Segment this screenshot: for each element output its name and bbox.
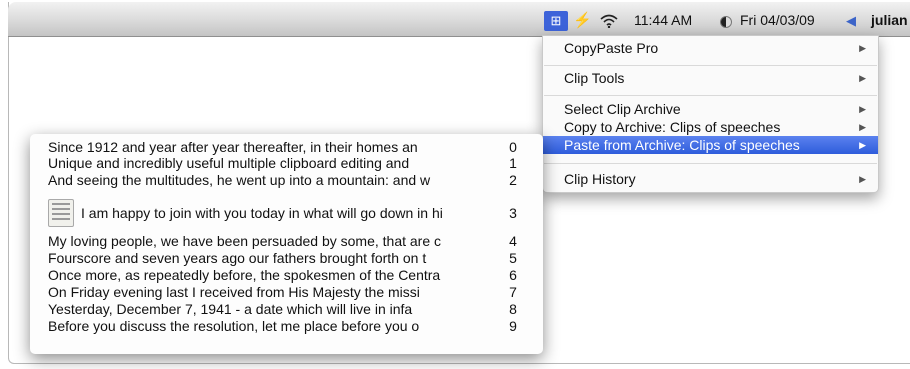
- menu-item-paste-from-archive[interactable]: Paste from Archive: Clips of speeches ▶: [543, 136, 878, 154]
- copypaste-dropdown-menu: CopyPaste Pro ▶ Clip Tools ▶ Select Clip…: [542, 35, 879, 193]
- clip-item[interactable]: And seeing the multitudes, he went up in…: [48, 172, 528, 188]
- menubar-date[interactable]: Fri 04/03/09: [740, 12, 815, 28]
- submenu-arrow-icon: ▶: [859, 122, 866, 132]
- menu-separator: [544, 65, 877, 66]
- clip-text: On Friday evening last I received from H…: [48, 284, 420, 300]
- clip-item[interactable]: Before you discuss the resolution, let m…: [48, 318, 528, 334]
- clip-text: Since 1912 and year after year thereafte…: [48, 139, 418, 155]
- menu-item-copypaste-pro[interactable]: CopyPaste Pro ▶: [543, 39, 878, 57]
- menu-item-label: CopyPaste Pro: [564, 40, 659, 56]
- clip-index: 9: [509, 318, 517, 334]
- screen: ⊞ ⚡ 11:44 AM Fri 04/03/09 ◀ julian CopyP…: [0, 0, 910, 369]
- wifi-icon[interactable]: [598, 11, 620, 31]
- clip-text: Yesterday, December 7, 1941 - a date whi…: [48, 301, 413, 317]
- menu-separator: [544, 163, 877, 164]
- menu-item-clip-history[interactable]: Clip History ▶: [543, 170, 878, 188]
- clip-index: 1: [509, 155, 517, 171]
- menu-item-label: Select Clip Archive: [564, 101, 681, 117]
- menu-item-clip-tools[interactable]: Clip Tools ▶: [543, 69, 878, 87]
- menu-item-copy-to-archive[interactable]: Copy to Archive: Clips of speeches ▶: [543, 118, 878, 136]
- clip-item[interactable]: Yesterday, December 7, 1941 - a date whi…: [48, 301, 528, 317]
- copypaste-menu-icon[interactable]: ⊞: [544, 11, 568, 31]
- menubar-clock[interactable]: 11:44 AM: [634, 12, 692, 28]
- clip-item[interactable]: I am happy to join with you today in wha…: [48, 199, 528, 227]
- submenu-arrow-icon: ▶: [859, 73, 866, 83]
- clip-index: 6: [509, 267, 517, 283]
- submenu-arrow-icon: ▶: [859, 43, 866, 53]
- submenu-arrow-icon: ▶: [859, 174, 866, 184]
- menu-item-select-clip-archive[interactable]: Select Clip Archive ▶: [543, 100, 878, 118]
- document-thumbnail-icon: [48, 199, 74, 227]
- clip-text: I am happy to join with you today in wha…: [81, 205, 443, 221]
- clip-item[interactable]: Fourscore and seven years ago our father…: [48, 250, 528, 266]
- submenu-arrow-icon: ▶: [859, 140, 866, 150]
- clip-item[interactable]: On Friday evening last I received from H…: [48, 284, 528, 300]
- clip-index: 8: [509, 301, 517, 317]
- menu-bar: ⊞ ⚡ 11:44 AM Fri 04/03/09 ◀ julian: [8, 2, 910, 37]
- speaker-icon[interactable]: ◀: [846, 13, 856, 29]
- clip-text: Once more, as repeatedly before, the spo…: [48, 267, 441, 283]
- archive-clips-submenu: Since 1912 and year after year thereafte…: [30, 134, 543, 354]
- clip-index: 0: [509, 139, 517, 155]
- clip-item[interactable]: My loving people, we have been persuaded…: [48, 233, 528, 249]
- moon-icon[interactable]: [720, 16, 732, 28]
- clip-index: 3: [509, 205, 517, 221]
- clip-text: Unique and incredibly useful multiple cl…: [48, 155, 410, 171]
- clip-index: 4: [509, 233, 517, 249]
- clip-text: Before you discuss the resolution, let m…: [48, 318, 420, 334]
- clip-index: 2: [509, 172, 517, 188]
- submenu-arrow-icon: ▶: [859, 104, 866, 114]
- bolt-icon[interactable]: ⚡: [573, 11, 592, 31]
- menu-item-label: Paste from Archive: Clips of speeches: [564, 137, 800, 153]
- clip-index: 7: [509, 284, 517, 300]
- menu-item-label: Clip History: [564, 171, 636, 187]
- clip-text: Fourscore and seven years ago our father…: [48, 250, 427, 266]
- clip-item[interactable]: Since 1912 and year after year thereafte…: [48, 139, 528, 155]
- clip-item[interactable]: Unique and incredibly useful multiple cl…: [48, 155, 528, 171]
- clip-text: And seeing the multitudes, he went up in…: [48, 172, 431, 188]
- menu-separator: [544, 95, 877, 96]
- menu-item-label: Clip Tools: [564, 70, 625, 86]
- menu-item-label: Copy to Archive: Clips of speeches: [564, 119, 781, 135]
- menubar-user[interactable]: julian: [871, 12, 908, 28]
- clip-text: My loving people, we have been persuaded…: [48, 233, 442, 249]
- clip-item[interactable]: Once more, as repeatedly before, the spo…: [48, 267, 528, 283]
- clip-index: 5: [509, 250, 517, 266]
